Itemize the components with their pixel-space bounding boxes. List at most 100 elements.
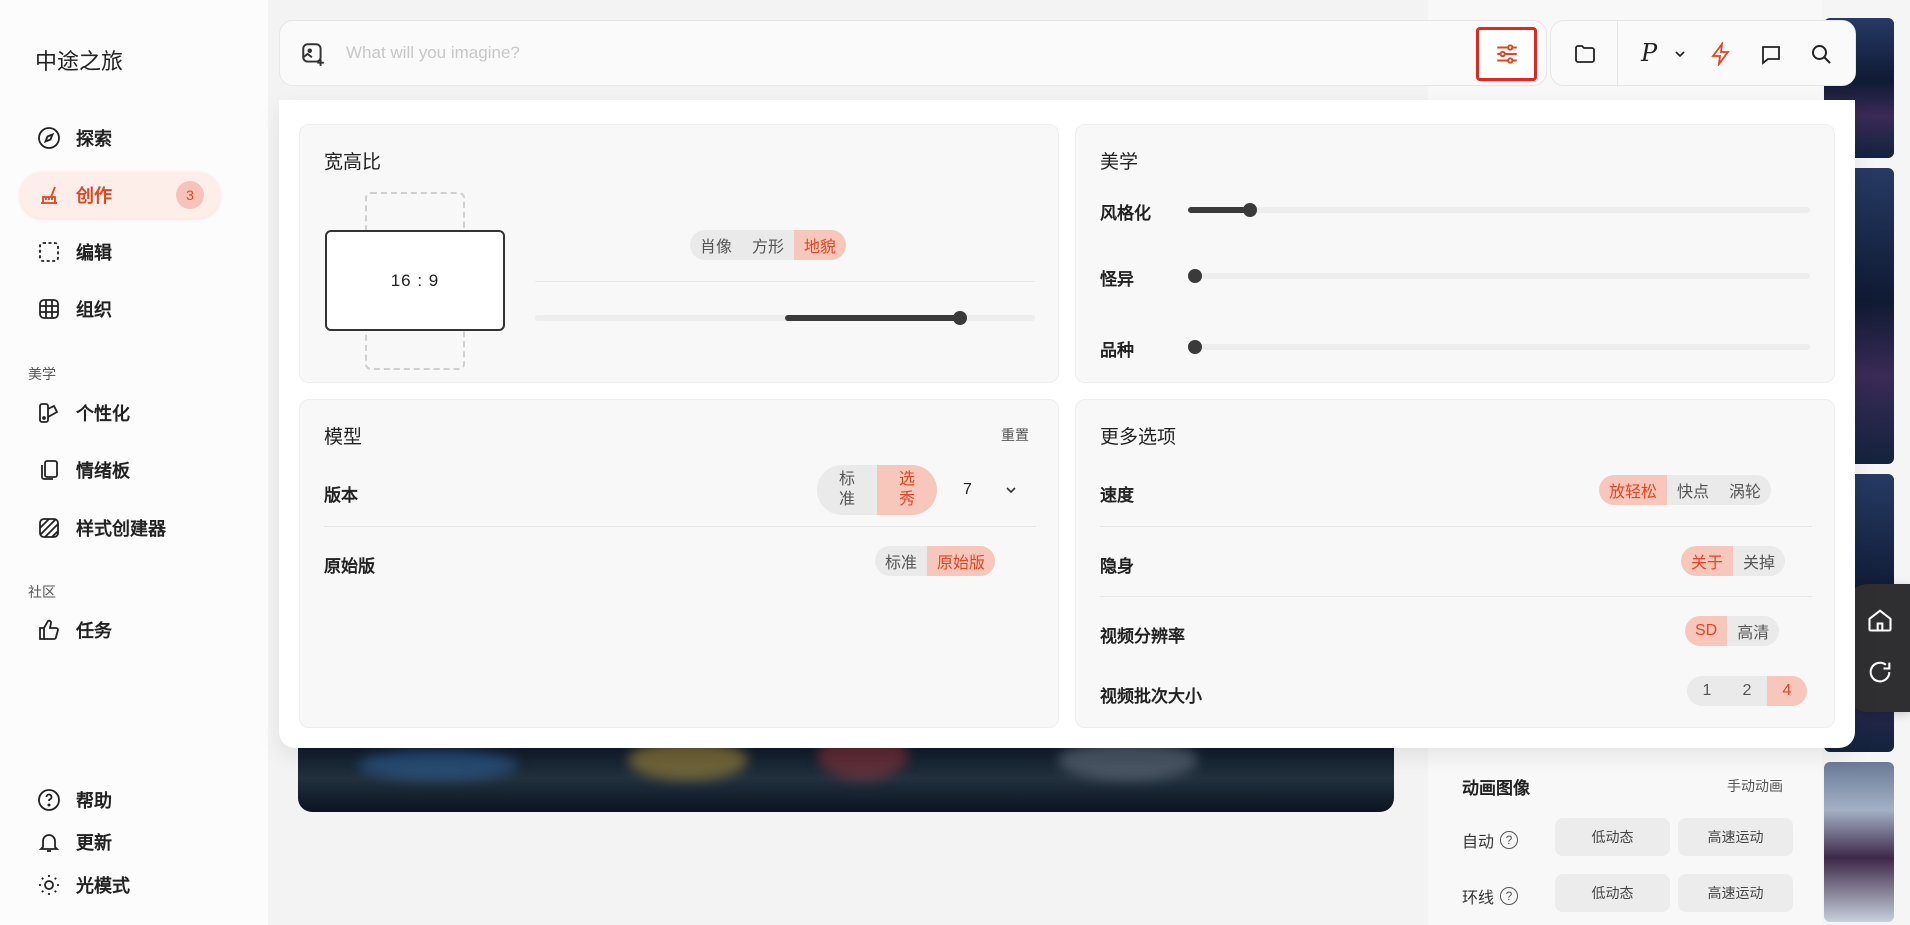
settings-button[interactable] — [1476, 27, 1537, 81]
help-icon[interactable]: ? — [1500, 887, 1519, 905]
divider — [324, 526, 1036, 527]
folder-icon[interactable] — [1572, 41, 1598, 67]
sidebar-item-updates[interactable]: 更新 — [20, 819, 220, 865]
weird-slider[interactable] — [1188, 273, 1810, 279]
speed-turbo[interactable]: 涡轮 — [1719, 475, 1771, 505]
loop-low-motion-button[interactable]: 低动态 — [1555, 874, 1670, 912]
weird-slider-knob[interactable] — [1188, 269, 1202, 283]
sidebar-item-personalize[interactable]: 个性化 — [20, 390, 220, 436]
variety-label: 品种 — [1100, 341, 1134, 360]
refresh-icon[interactable] — [1866, 658, 1894, 686]
batch-size-1[interactable]: 1 — [1687, 676, 1727, 706]
batch-size-4[interactable]: 4 — [1767, 676, 1807, 706]
aesthetics-title: 美学 — [1100, 152, 1139, 173]
orientation-portrait[interactable]: 肖像 — [690, 230, 742, 260]
raw-standard[interactable]: 标准 — [875, 546, 927, 576]
add-image-icon[interactable] — [300, 41, 326, 67]
auto-low-motion-button[interactable]: 低动态 — [1555, 818, 1670, 856]
raw-mode-selector: 标准 原始版 — [875, 546, 996, 576]
palette-icon — [36, 400, 62, 426]
sidebar-item-label: 更新 — [76, 833, 112, 853]
sidebar-item-label: 探索 — [76, 129, 112, 149]
toolbar-group: P — [1550, 20, 1856, 87]
copy-icon — [36, 457, 62, 483]
version-mode-selector: 标准 选秀 — [817, 465, 937, 515]
thumbs-up-icon — [36, 617, 62, 643]
orientation-landscape[interactable]: 地貌 — [794, 230, 847, 260]
weird-label: 怪异 — [1100, 270, 1134, 289]
version-number[interactable]: 7 — [963, 481, 972, 499]
brush-icon — [36, 182, 62, 208]
lightning-icon[interactable] — [1708, 41, 1734, 67]
batch-size-2[interactable]: 2 — [1727, 676, 1767, 706]
image-light-reflection — [358, 750, 518, 780]
auto-high-motion-button[interactable]: 高速运动 — [1678, 818, 1793, 856]
brand-title[interactable]: 中途之旅 — [35, 44, 123, 76]
stylize-slider[interactable] — [1188, 207, 1810, 213]
orientation-square[interactable]: 方形 — [742, 230, 794, 260]
sliders-icon — [1496, 44, 1517, 64]
divider — [535, 281, 1035, 282]
divider — [1100, 596, 1812, 597]
create-count-badge: 3 — [176, 181, 204, 209]
loop-high-motion-button[interactable]: 高速运动 — [1678, 874, 1793, 912]
video-res-hd[interactable]: 高清 — [1727, 616, 1779, 646]
toolbar-divider — [1617, 21, 1618, 87]
sidebar-item-create[interactable]: 创作 3 — [20, 172, 220, 218]
sidebar-item-explore[interactable]: 探索 — [20, 115, 220, 161]
auto-label-text: 自动 — [1462, 834, 1495, 851]
help-icon[interactable]: ? — [1500, 831, 1519, 849]
manual-animate-link[interactable]: 手动动画 — [1727, 776, 1783, 796]
variety-slider[interactable] — [1188, 344, 1810, 350]
speed-label: 速度 — [1100, 486, 1134, 505]
speed-relax[interactable]: 放轻松 — [1599, 475, 1668, 505]
stealth-off[interactable]: 关掉 — [1733, 546, 1785, 576]
sidebar-item-moodboard[interactable]: 情绪板 — [20, 447, 220, 493]
stylize-label: 风格化 — [1100, 204, 1151, 223]
bell-icon — [36, 829, 62, 855]
aesthetics-card: 美学 风格化 怪异 品种 — [1075, 124, 1835, 383]
divider — [1100, 526, 1812, 527]
thumbnail[interactable] — [1824, 762, 1894, 922]
chat-icon[interactable] — [1758, 41, 1784, 67]
prompt-input[interactable] — [346, 39, 1246, 67]
floating-mini-toolbar — [1846, 584, 1910, 712]
raw-raw[interactable]: 原始版 — [927, 546, 996, 576]
section-label-community: 社区 — [28, 584, 56, 600]
profile-selector[interactable]: P — [1641, 39, 1657, 67]
style-creator-icon — [36, 515, 62, 541]
stealth-selector: 关于 关掉 — [1681, 546, 1786, 576]
sidebar-item-edit[interactable]: 编辑 — [20, 229, 220, 275]
speed-selector: 放轻松 快点 涡轮 — [1599, 475, 1772, 505]
auto-animate-label: 自动 ? — [1462, 828, 1519, 852]
sidebar-item-style-creator[interactable]: 样式创建器 — [20, 505, 220, 551]
sidebar-item-organize[interactable]: 组织 — [20, 286, 220, 332]
stealth-on[interactable]: 关于 — [1681, 546, 1734, 576]
video-resolution-selector: SD 高清 — [1685, 616, 1780, 646]
stylize-slider-knob[interactable] — [1243, 203, 1257, 217]
edit-select-icon — [36, 239, 62, 265]
speed-fast[interactable]: 快点 — [1667, 475, 1719, 505]
home-icon[interactable] — [1866, 606, 1894, 634]
compass-icon — [36, 125, 62, 151]
sidebar-item-label: 任务 — [76, 621, 112, 641]
sidebar-item-help[interactable]: 帮助 — [20, 777, 220, 823]
chevron-down-icon[interactable] — [1671, 41, 1689, 67]
reset-button[interactable]: 重置 — [1001, 425, 1029, 445]
sidebar-item-label: 情绪板 — [76, 461, 130, 481]
sidebar-item-light-mode[interactable]: 光模式 — [20, 862, 220, 908]
sidebar-item-label: 样式创建器 — [76, 519, 166, 539]
search-icon[interactable] — [1808, 41, 1834, 67]
sidebar-item-tasks[interactable]: 任务 — [20, 607, 220, 653]
more-options-card: 更多选项 速度 放轻松 快点 涡轮 隐身 关于 关掉 视频分辨率 SD 高清 视… — [1075, 399, 1835, 728]
raw-mode-label: 原始版 — [324, 557, 375, 576]
version-standard[interactable]: 标准 — [817, 465, 877, 515]
aspect-ratio-slider-knob[interactable] — [953, 311, 967, 325]
variety-slider-knob[interactable] — [1188, 340, 1202, 354]
chevron-down-icon[interactable] — [1003, 482, 1019, 498]
version-draft[interactable]: 选秀 — [877, 465, 937, 515]
video-res-sd[interactable]: SD — [1685, 616, 1728, 646]
orientation-selector: 肖像 方形 地貌 — [690, 230, 847, 260]
loop-label-text: 环线 — [1462, 890, 1495, 907]
section-label-aesthetics: 美学 — [28, 366, 56, 382]
